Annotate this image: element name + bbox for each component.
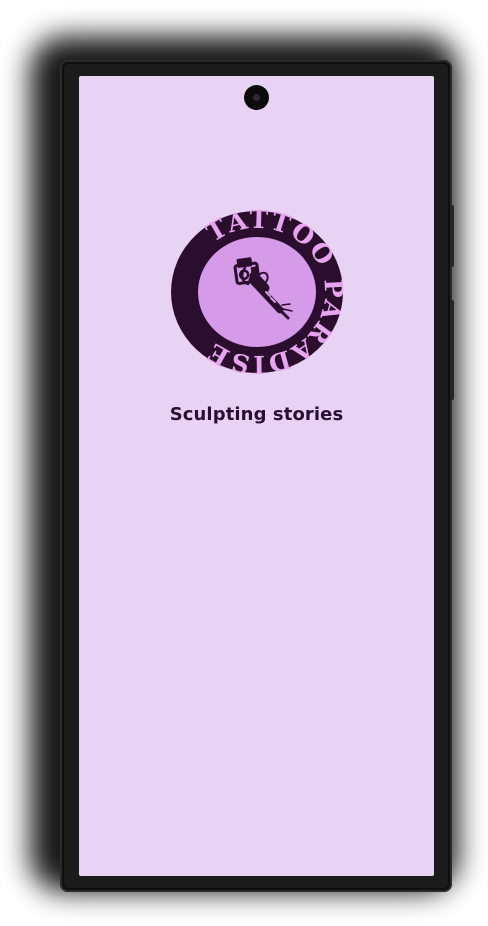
tagline: Sculpting stories — [169, 404, 344, 425]
tattoo-paradise-logo: TATTOO PARADISE — [170, 210, 344, 374]
volume-button — [450, 300, 454, 400]
logo-emblem: TATTOO PARADISE — [171, 210, 344, 374]
front-camera — [244, 85, 269, 110]
logo-inner-disc — [198, 237, 316, 347]
power-button — [450, 205, 454, 267]
splash-screen: TATTOO PARADISE — [79, 76, 434, 876]
device-mockup: TATTOO PARADISE — [0, 0, 488, 926]
